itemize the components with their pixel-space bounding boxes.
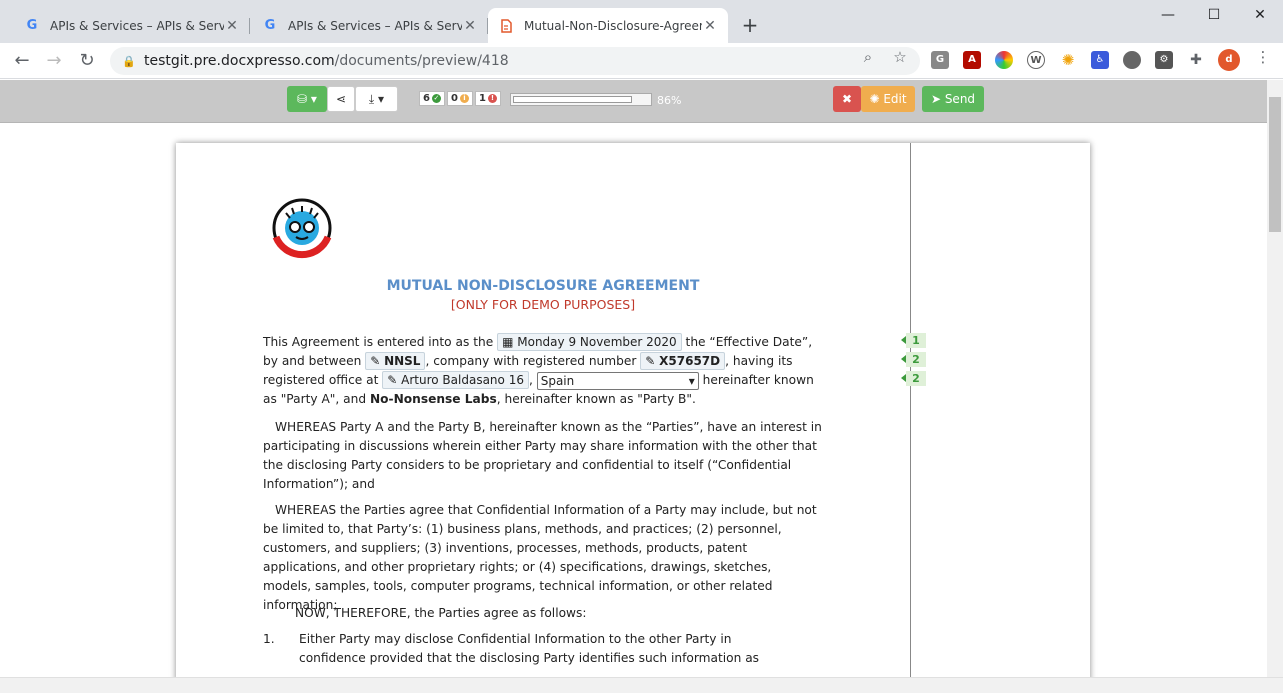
margin-marker-2[interactable]: 2	[901, 352, 926, 367]
margin-marker-1[interactable]: 1	[901, 333, 926, 348]
document-subtitle: [ONLY FOR DEMO PURPOSES]	[450, 297, 636, 312]
paragraph-whereas-2: WHEREAS the Parties agree that Confident…	[263, 503, 817, 612]
extension-g-icon[interactable]: G	[931, 51, 949, 69]
browser-toolbar: ← → ↻ 🔒 testgit.pre.docxpresso.com/docum…	[0, 43, 1283, 79]
edit-icon: ✎	[645, 354, 660, 368]
company-name-field[interactable]: ✎ NNSL	[365, 352, 426, 370]
download-button[interactable]: ⤓ ▾	[355, 86, 398, 112]
url-host: testgit.pre.docxpresso.com	[144, 53, 335, 69]
completion-progress-bar	[510, 93, 652, 106]
progress-fill	[513, 96, 632, 103]
paper-plane-icon: ➤	[930, 92, 945, 106]
share-icon: ⋖	[335, 92, 347, 106]
country-select[interactable]: Spain	[536, 371, 699, 390]
minimize-icon[interactable]: —	[1145, 0, 1191, 30]
zoom-icon[interactable]: ⌕	[858, 47, 878, 67]
google-icon: G	[264, 18, 276, 33]
list-item-number: 1.	[263, 632, 275, 646]
tab-strip: G APIs & Services – APIs & Services ✕ G …	[0, 0, 1283, 43]
page-margin-line	[910, 143, 911, 683]
margin-marker-3[interactable]: 2	[901, 371, 926, 386]
pdf-extension-icon[interactable]: A	[963, 51, 981, 69]
lock-icon: 🔒	[122, 54, 136, 68]
tab-title: Mutual-Non-Disclosure-Agreeme	[524, 18, 702, 33]
text-run: This Agreement is entered into as the	[263, 335, 498, 349]
paragraph-whereas-1: WHEREAS Party A and the Party B, hereina…	[263, 420, 822, 491]
cancel-button[interactable]: ✖	[833, 86, 861, 112]
registered-number-field[interactable]: ✎ X57657D	[640, 352, 726, 370]
warn-count-badge: 0i	[447, 91, 473, 106]
close-icon[interactable]: ✕	[462, 18, 478, 34]
download-icon: ⤓ ▾	[368, 91, 385, 106]
warning-icon: i	[459, 94, 469, 103]
no-nonsense-labs-logo	[268, 195, 336, 261]
reload-icon[interactable]: ↻	[75, 49, 99, 73]
gear-icon: ✺	[869, 92, 884, 106]
warn-count: 0	[451, 93, 458, 104]
error-count-badge: 1!	[475, 91, 501, 106]
edit-icon: ✎	[387, 373, 402, 387]
edit-button[interactable]: ✺ Edit	[861, 86, 915, 112]
ok-count-badge: 6 ✓	[419, 91, 445, 106]
error-count: 1	[479, 93, 486, 104]
star-icon[interactable]: ☆	[890, 47, 910, 67]
close-icon[interactable]: ✕	[702, 18, 718, 34]
paragraph-now-therefore: NOW, THEREFORE, the Parties agree as fol…	[295, 606, 587, 620]
url-path: /documents/preview/418	[334, 53, 509, 69]
menu-icon[interactable]: ⋮	[1253, 47, 1273, 67]
send-button[interactable]: ➤ Send	[922, 86, 984, 112]
horizontal-scrollbar[interactable]	[0, 677, 1283, 693]
database-icon: ⛁ ▾	[297, 92, 317, 106]
vertical-scrollbar-thumb[interactable]	[1269, 97, 1281, 232]
calendar-icon: ▦	[502, 335, 518, 349]
google-icon: G	[26, 18, 38, 33]
forward-icon[interactable]: →	[42, 49, 66, 73]
browser-tab-3[interactable]: Mutual-Non-Disclosure-Agreeme ✕	[488, 8, 728, 43]
maximize-icon[interactable]: ☐	[1191, 0, 1237, 30]
wordpress-extension-icon[interactable]: W	[1027, 51, 1045, 69]
list-item-1: Either Party may disclose Confidential I…	[299, 632, 760, 665]
tab-title: APIs & Services – APIs & Services	[50, 18, 224, 33]
registered-number-value: X57657D	[659, 354, 721, 368]
new-tab-button[interactable]: +	[738, 14, 762, 38]
hubspot-extension-icon[interactable]: ⚙	[1155, 51, 1173, 69]
share-button[interactable]: ⋖	[327, 86, 355, 112]
color-extension-icon[interactable]	[995, 51, 1013, 69]
address-value: Arturo Baldasano 16	[401, 373, 524, 387]
address-bar[interactable]: 🔒 testgit.pre.docxpresso.com/documents/p…	[110, 47, 920, 75]
gear-extension-icon[interactable]: ✺	[1059, 51, 1077, 69]
browser-tab-1[interactable]: G APIs & Services – APIs & Services ✕	[14, 8, 250, 43]
docxpresso-icon	[498, 18, 514, 34]
company-name-value: NNSL	[384, 354, 421, 368]
close-icon: ✖	[841, 92, 853, 106]
text-run: , company with registered number	[425, 354, 641, 368]
data-menu-button[interactable]: ⛁ ▾	[287, 86, 327, 112]
completion-percent: 86%	[657, 94, 682, 107]
back-icon[interactable]: ←	[10, 49, 34, 73]
edit-icon: ✎	[370, 354, 385, 368]
browser-tab-2[interactable]: G APIs & Services – APIs & Services ✕	[252, 8, 488, 43]
profile-avatar[interactable]: d	[1218, 49, 1240, 71]
document-title: MUTUAL NON-DISCLOSURE AGREEMENT	[386, 278, 700, 294]
close-icon[interactable]: ✕	[224, 18, 240, 34]
tab-title: APIs & Services – APIs & Services	[288, 18, 462, 33]
party-b-name: No-Nonsense Labs	[369, 392, 497, 406]
circle-extension-icon[interactable]	[1123, 51, 1141, 69]
address-field[interactable]: ✎ Arturo Baldasano 16	[382, 371, 529, 389]
error-icon: !	[487, 94, 497, 103]
send-label: Send	[944, 92, 976, 106]
close-window-icon[interactable]: ✕	[1237, 0, 1283, 30]
accessibility-extension-icon[interactable]: ♿	[1091, 51, 1109, 69]
ok-count: 6	[423, 93, 430, 104]
edit-label: Edit	[883, 92, 907, 106]
extensions-puzzle-icon[interactable]: ✚	[1187, 51, 1205, 69]
check-icon: ✓	[431, 94, 441, 103]
paragraph-parties: This Agreement is entered into as the ▦ …	[263, 333, 823, 409]
text-run: , hereinafter known as "Party B".	[496, 392, 696, 406]
effective-date-value: Monday 9 November 2020	[517, 335, 677, 349]
effective-date-field[interactable]: ▦ Monday 9 November 2020	[497, 333, 682, 351]
